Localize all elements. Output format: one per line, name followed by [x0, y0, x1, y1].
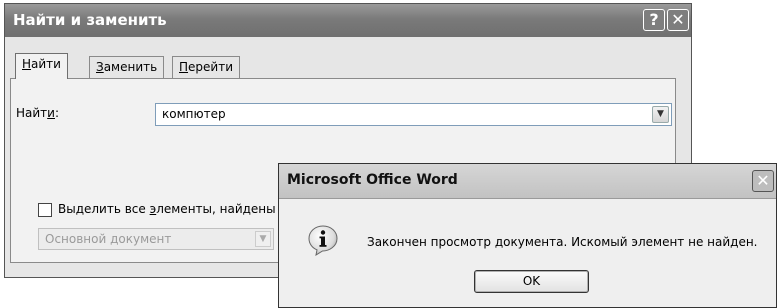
scope-select[interactable]: Основной документ ▼	[38, 228, 274, 250]
tab-replace[interactable]: Заменить	[89, 56, 165, 78]
scope-select-value: Основной документ	[45, 232, 172, 246]
tab-find-label: Найти	[22, 57, 61, 71]
tab-find[interactable]: Найти	[15, 53, 68, 79]
find-input-value: компютер	[162, 107, 226, 121]
find-input[interactable]: компютер ▼	[155, 103, 672, 126]
message-box: Microsoft Office Word ✕ Закончен просмот…	[278, 163, 777, 308]
dialog-title-bar[interactable]: Найти и заменить ? ✕	[5, 4, 691, 37]
tab-goto-label: Перейти	[179, 60, 234, 74]
chevron-down-icon: ▼	[255, 231, 271, 247]
find-label: Найти:	[16, 106, 60, 120]
message-title-bar[interactable]: Microsoft Office Word ✕	[279, 164, 776, 199]
highlight-all-checkbox[interactable]	[38, 203, 52, 217]
close-button[interactable]: ✕	[667, 9, 689, 31]
message-close-button[interactable]: ✕	[752, 170, 774, 192]
chevron-down-icon[interactable]: ▼	[652, 106, 669, 123]
dialog-title: Найти и заменить	[13, 11, 167, 29]
highlight-all-label: Выделить все элементы, найдены	[58, 202, 276, 216]
info-icon	[308, 225, 338, 256]
help-button[interactable]: ?	[643, 9, 665, 31]
ok-button[interactable]: OK	[474, 270, 589, 293]
tab-goto[interactable]: Перейти	[172, 56, 241, 78]
tab-replace-label: Заменить	[96, 60, 158, 74]
message-title: Microsoft Office Word	[287, 172, 458, 188]
message-text: Закончен просмотр документа. Искомый эле…	[367, 235, 758, 249]
